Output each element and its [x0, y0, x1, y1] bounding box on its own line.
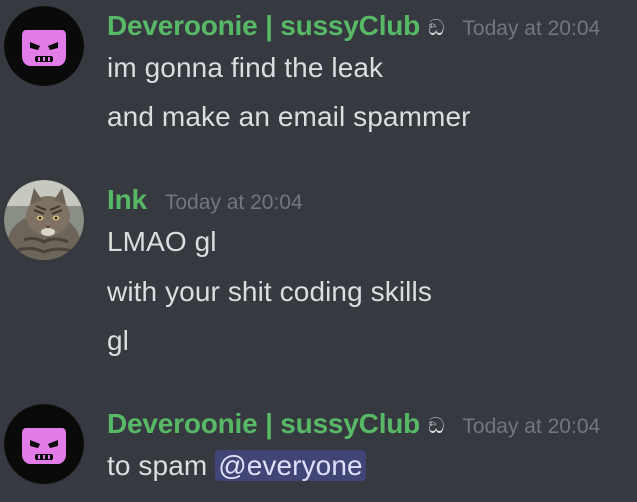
- message-group: Deveroonie | sussyClub ඞ Today at 20:04 …: [0, 0, 637, 502]
- message-header: Deveroonie | sussyClub ඞ Today at 20:04: [107, 408, 600, 440]
- timestamp[interactable]: Today at 20:04: [462, 415, 600, 439]
- message-text: to spam @everyone: [107, 450, 366, 482]
- pink-ninja-mask-icon: [4, 404, 84, 484]
- amogus-badge-icon: ඞ: [428, 413, 445, 438]
- username[interactable]: Deveroonie | sussyClub: [107, 408, 420, 440]
- message-text-prefix: to spam: [107, 450, 216, 481]
- avatar[interactable]: [4, 404, 84, 484]
- everyone-mention[interactable]: @everyone: [215, 450, 366, 481]
